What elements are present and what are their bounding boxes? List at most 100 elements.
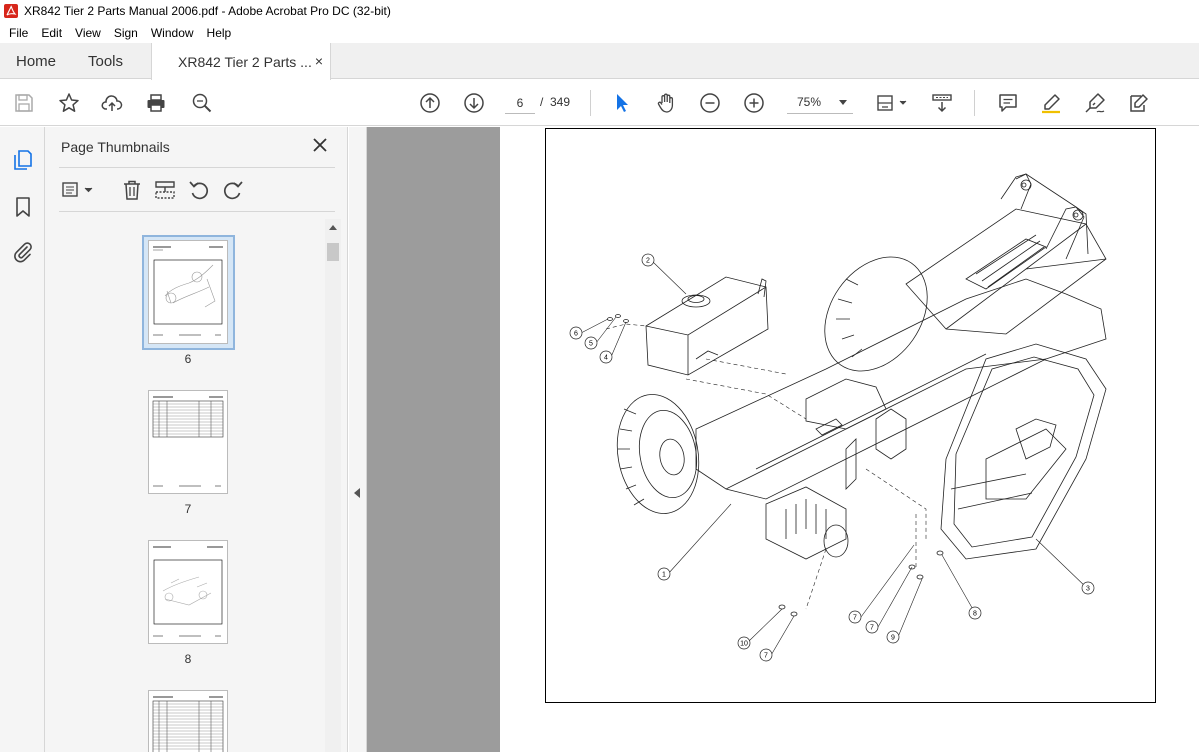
delete-page-icon[interactable] <box>120 178 144 202</box>
sign-button[interactable] <box>1083 91 1107 115</box>
thumbnail-9-preview <box>152 696 224 752</box>
hand-icon <box>657 93 674 113</box>
previous-page-button[interactable] <box>418 91 442 115</box>
thumbnail-page-7[interactable] <box>148 390 228 494</box>
chevron-down-icon <box>839 100 847 105</box>
fit-page-icon <box>877 95 907 111</box>
select-tool-button[interactable] <box>610 91 634 115</box>
main-toolbar: / 349 75% <box>0 80 1199 126</box>
callout-labels: 2 6 5 4 1 3 7 7 7 8 9 10 <box>574 258 1090 660</box>
edit-pdf-button[interactable] <box>1126 91 1150 115</box>
callout-circles <box>569 253 1095 662</box>
tab-document[interactable]: XR842 Tier 2 Parts ... × <box>151 43 331 80</box>
toolbar-divider <box>974 90 975 116</box>
callout-1: 1 <box>662 572 666 579</box>
arrow-up-circle-icon <box>420 93 440 113</box>
search-zoom-icon <box>192 93 212 113</box>
next-page-button[interactable] <box>462 91 486 115</box>
front-tire-drawing <box>616 394 700 514</box>
thumbnails-scrollbar[interactable] <box>325 219 341 752</box>
hardware-drawing <box>607 314 944 617</box>
scrollbar-thumb[interactable] <box>327 243 339 261</box>
edit-document-icon <box>1130 94 1148 112</box>
comment-button[interactable] <box>996 91 1020 115</box>
extract-page-icon[interactable] <box>153 178 177 202</box>
thumbnail-7-preview <box>152 396 224 487</box>
menu-bar: File Edit View Sign Window Help <box>0 22 1199 43</box>
menu-window[interactable]: Window <box>146 26 199 40</box>
tab-document-label: XR842 Tier 2 Parts ... <box>178 54 312 70</box>
pdf-page: 2 6 5 4 1 3 7 7 7 8 9 10 <box>500 127 1199 752</box>
scroll-mode-button[interactable] <box>930 91 954 115</box>
panel-close-icon[interactable] <box>311 136 329 154</box>
tab-bar: Home Tools XR842 Tier 2 Parts ... × <box>0 43 1199 80</box>
menu-view[interactable]: View <box>70 26 106 40</box>
callout-leaders <box>580 261 1089 658</box>
bookmark-star-button[interactable] <box>57 91 81 115</box>
callout-7c: 7 <box>764 653 768 660</box>
scroll-mode-icon <box>932 94 952 113</box>
panel-title: Page Thumbnails <box>61 139 170 155</box>
save-button[interactable] <box>12 91 36 115</box>
callout-10: 10 <box>740 641 748 648</box>
zoom-dropdown[interactable]: 75% <box>787 92 853 114</box>
plus-circle-icon <box>744 93 764 113</box>
callout-3: 3 <box>1086 586 1090 593</box>
thumbnail-6-label: 6 <box>184 352 192 366</box>
rear-tire-drawing <box>824 256 928 372</box>
thumbnail-page-6[interactable] <box>148 240 228 344</box>
zoom-in-button[interactable] <box>742 91 766 115</box>
panel-divider <box>59 211 335 212</box>
star-icon <box>59 93 79 112</box>
acrobat-app-icon <box>4 4 18 18</box>
callout-9: 9 <box>891 635 895 642</box>
tab-home[interactable]: Home <box>16 53 56 70</box>
comment-icon <box>999 94 1017 112</box>
callout-7a: 7 <box>853 615 857 622</box>
thumbnail-7-label: 7 <box>184 502 192 516</box>
thumbnail-8-label: 8 <box>184 652 192 666</box>
panel-collapse-handle[interactable] <box>349 127 367 752</box>
zoom-out-button[interactable] <box>698 91 722 115</box>
hand-tool-button[interactable] <box>654 91 678 115</box>
page-thumbnails-icon[interactable] <box>11 148 35 172</box>
menu-file[interactable]: File <box>4 26 33 40</box>
thumbnail-8-preview <box>153 546 223 637</box>
callout-8: 8 <box>973 611 977 618</box>
page-total: 349 <box>550 95 571 109</box>
upload-button[interactable] <box>100 91 124 115</box>
page-fit-button[interactable] <box>875 91 909 115</box>
thumbnail-6-preview <box>153 246 223 336</box>
menu-edit[interactable]: Edit <box>36 26 67 40</box>
rotate-clockwise-icon[interactable] <box>221 178 245 202</box>
rotate-counterclockwise-icon[interactable] <box>187 178 211 202</box>
callout-6: 6 <box>574 331 578 338</box>
scroll-up-icon[interactable] <box>329 225 337 230</box>
collapse-arrow-icon[interactable] <box>354 488 360 498</box>
left-navigation-rail <box>0 127 45 752</box>
menu-help[interactable]: Help <box>202 26 237 40</box>
title-bar: XR842 Tier 2 Parts Manual 2006.pdf - Ado… <box>0 0 1199 22</box>
menu-sign[interactable]: Sign <box>109 26 143 40</box>
print-button[interactable] <box>144 91 168 115</box>
cursor-arrow-icon <box>617 94 628 112</box>
toolbar-divider <box>590 90 591 116</box>
thumbnail-page-9[interactable] <box>148 690 228 752</box>
search-button[interactable] <box>190 91 214 115</box>
panel-divider <box>59 167 335 168</box>
callout-2: 2 <box>646 258 650 265</box>
bookmark-icon[interactable] <box>11 195 35 219</box>
tab-close-icon[interactable]: × <box>315 53 323 69</box>
thumbnail-options-menu-icon[interactable] <box>61 178 95 202</box>
fountain-pen-icon <box>1085 93 1105 113</box>
document-viewport[interactable]: 2 6 5 4 1 3 7 7 7 8 9 10 <box>367 127 1199 752</box>
fuel-tank-drawing <box>645 276 769 376</box>
chassis-frame-drawing <box>695 278 1107 500</box>
page-number-input[interactable] <box>505 92 535 114</box>
operator-cab-drawing <box>940 343 1107 560</box>
highlight-button[interactable] <box>1039 91 1063 115</box>
thumbnail-page-8[interactable] <box>148 540 228 644</box>
tab-tools[interactable]: Tools <box>88 53 123 70</box>
callout-7b: 7 <box>870 625 874 632</box>
attachment-paperclip-icon[interactable] <box>11 240 35 264</box>
